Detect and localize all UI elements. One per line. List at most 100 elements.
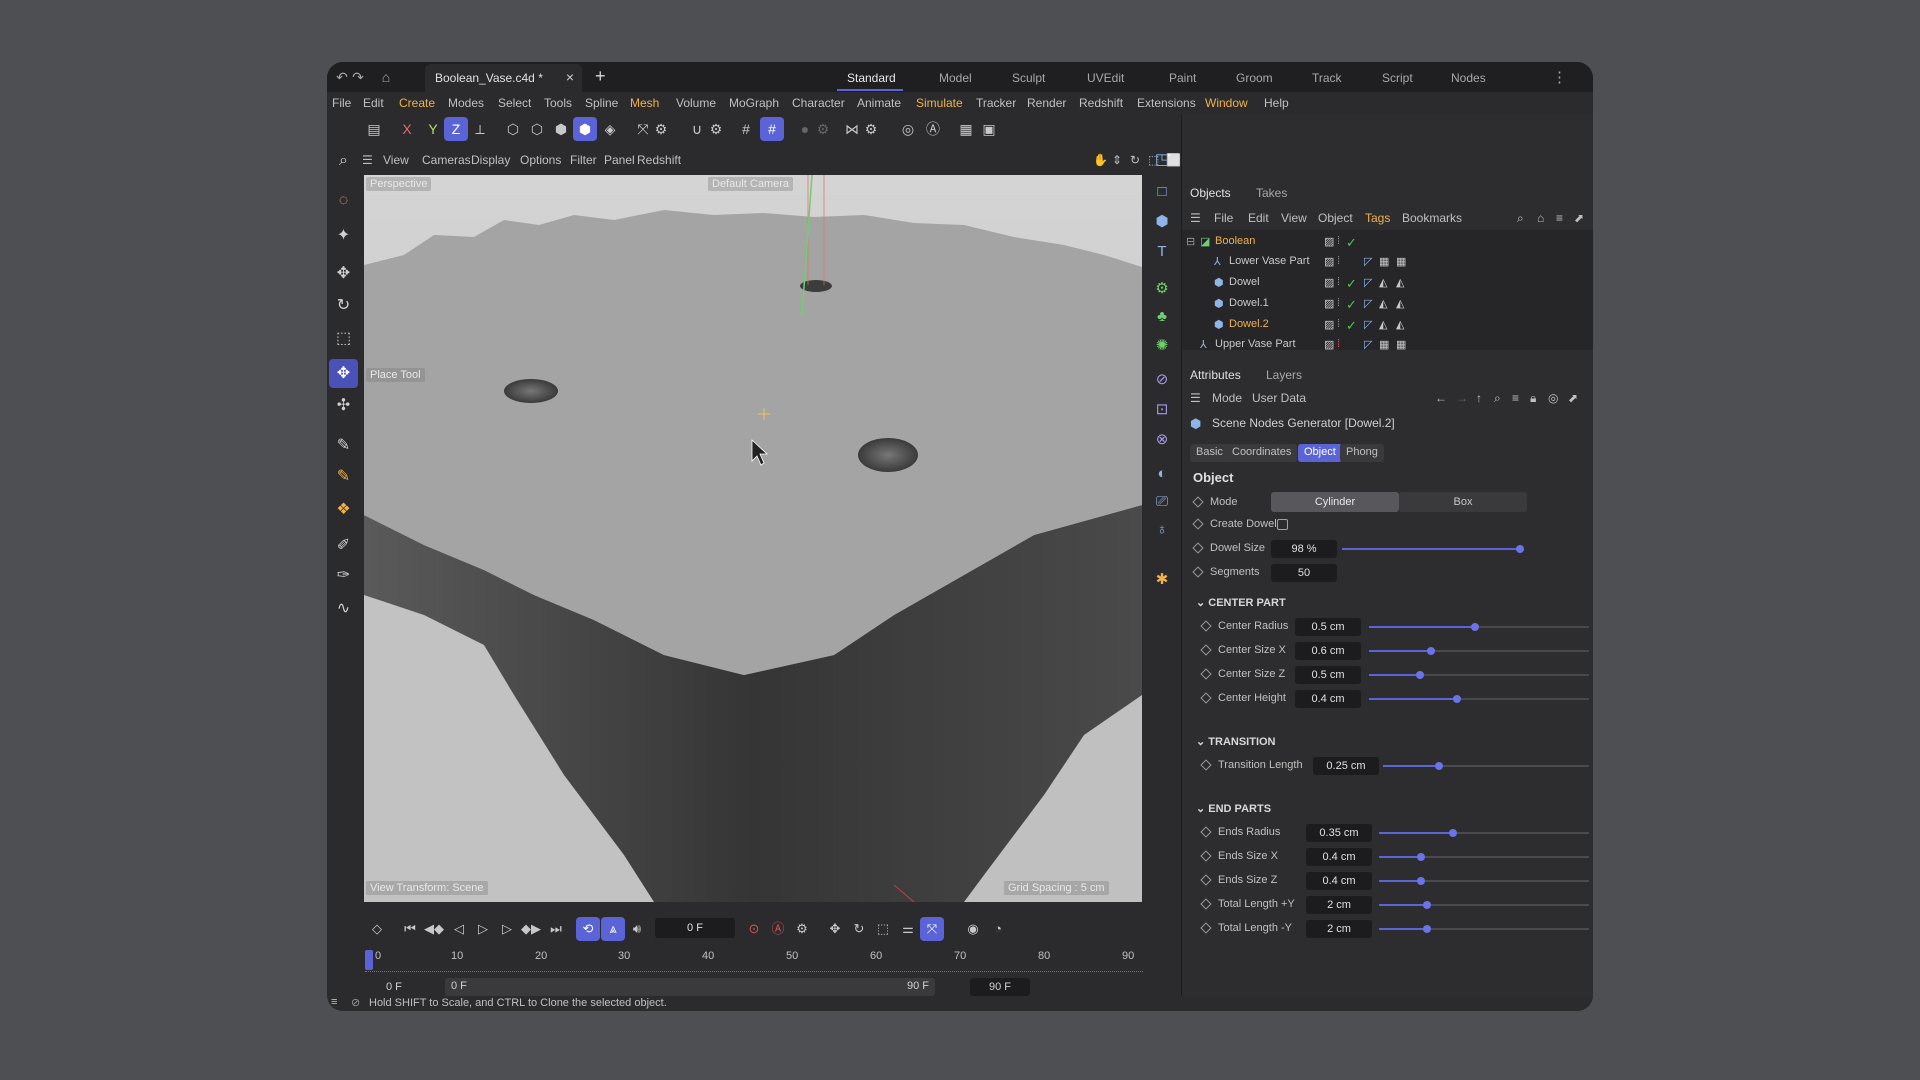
subtab-basic[interactable]: Basic [1190,444,1229,462]
tree-row[interactable]: ⬢ Dowel.1 ▨ ⁞ ✓ ◸ ◭ ◭ [1182,294,1593,315]
effector-icon[interactable]: ✺ [1150,334,1174,358]
attribute-slider-knob[interactable] [1416,671,1424,679]
move-icon[interactable]: ✥ [329,259,358,288]
layout-tab-standard[interactable]: Standard [847,71,896,85]
status-menu-icon[interactable]: ≡ [331,996,337,1008]
attribute-slider-knob[interactable] [1453,695,1461,703]
coordinate-system-icon[interactable]: ⟂ [468,117,492,141]
menu-modes[interactable]: Modes [448,96,484,110]
target-icon[interactable]: ◎ [1548,391,1558,405]
spline-pen-icon[interactable]: ✎ [329,431,358,460]
cube-icon[interactable]: ⬢ [1150,210,1174,234]
phong-tag-icon[interactable]: ◭ [1396,318,1404,331]
attribute-value-field[interactable]: 0.25 cm [1313,757,1379,775]
attributes-menu-mode[interactable]: Mode [1212,391,1242,405]
range-start-field[interactable]: 0 F [386,978,436,996]
back-icon[interactable]: ← [1435,391,1447,405]
menu-tools[interactable]: Tools [544,96,572,110]
sky-icon[interactable]: ◐ [1150,462,1174,486]
collapse-icon[interactable]: ⊟ [1186,235,1195,248]
dowel-size-slider-knob[interactable] [1516,545,1524,553]
search-icon[interactable]: ⌕ [1517,211,1524,226]
light-icon[interactable]: ♁ [1150,518,1174,542]
generator-icon[interactable]: ⚙ [1150,277,1174,301]
current-frame-field[interactable]: 0 F [655,918,735,938]
up-icon[interactable]: ↑ [1476,391,1482,405]
add-tab-icon[interactable]: + [595,66,606,87]
filter-icon[interactable]: ≡ [1512,391,1519,405]
text-icon[interactable]: T [1150,240,1174,264]
home-icon[interactable]: ⌂ [1537,211,1544,225]
material-tag-icon[interactable]: ▦ [1379,255,1389,268]
layer-icon[interactable]: ▨ [1324,255,1334,268]
attribute-value-field[interactable]: 0.4 cm [1295,690,1361,708]
tab-objects[interactable]: Objects [1190,186,1231,200]
key-scale-icon[interactable]: ⬚ [871,917,895,941]
hamburger-icon[interactable]: ☰ [1190,391,1201,405]
enabled-check-icon[interactable]: ✓ [1346,297,1357,313]
subtab-object[interactable]: Object [1298,444,1342,462]
orbit-icon[interactable]: ↻ [1130,153,1140,167]
keyframe-diamond-icon[interactable] [1200,692,1212,704]
key-rotation-icon[interactable]: ↻ [847,917,871,941]
range-slider[interactable]: 0 F 90 F [445,978,935,996]
attribute-slider-knob[interactable] [1417,853,1425,861]
attribute-slider-knob[interactable] [1427,647,1435,655]
transform-icon[interactable]: ✣ [329,391,358,420]
objects-menu-tags[interactable]: Tags [1365,211,1390,225]
sketch-icon[interactable]: ∿ [329,594,358,623]
render-picture-icon[interactable]: ▦ [954,117,978,141]
polygons-mode-icon[interactable]: ⬢ [549,117,573,141]
menu-tracker[interactable]: Tracker [976,96,1016,110]
more-options-icon[interactable]: ⋮ [1552,68,1567,86]
motion-record-icon[interactable]: ◉ [961,917,985,941]
layout-tab-script[interactable]: Script [1382,71,1413,85]
keyframe-diamond-icon[interactable] [1192,496,1204,508]
key-settings-icon[interactable]: ⚙ [790,917,814,941]
keyframe-diamond-icon[interactable] [1192,566,1204,578]
redshift-icon[interactable]: ✱ [1150,568,1174,592]
tag-icon[interactable]: ◸ [1364,338,1372,351]
go-to-start-icon[interactable]: ⏮ [398,917,422,941]
attribute-value-field[interactable]: 0.6 cm [1295,642,1361,660]
new-window-icon[interactable]: ⬈ [1568,391,1578,405]
layout-tab-sculpt[interactable]: Sculpt [1012,71,1045,85]
tree-row[interactable]: ⬢ Dowel.2 ▨ ⁞ ✓ ◸ ◭ ◭ [1182,315,1593,336]
place-tool-icon[interactable]: ✥ [329,359,358,388]
points-mode-icon[interactable]: ⬡ [501,117,525,141]
deformer-icon[interactable]: ⊘ [1150,368,1174,392]
keyframe-diamond-icon[interactable] [1200,759,1212,771]
menu-mograph[interactable]: MoGraph [729,96,779,110]
keyframe-diamond-icon[interactable] [1200,922,1212,934]
viewport-menu-filter[interactable]: Filter [570,153,597,167]
keyframe-diamond-icon[interactable] [1192,518,1204,530]
objects-menu-bookmarks[interactable]: Bookmarks [1402,211,1462,225]
attribute-slider-knob[interactable] [1417,877,1425,885]
viewport-menu-display[interactable]: Display [471,153,510,167]
record-icon[interactable]: ⊙ [742,917,766,941]
attribute-value-field[interactable]: 0.4 cm [1306,848,1372,866]
attribute-value-field[interactable]: 0.4 cm [1306,872,1372,890]
tag-icon[interactable]: ◸ [1364,276,1372,289]
search-icon[interactable]: ⌕ [329,146,358,175]
layer-icon[interactable]: ▨ [1324,235,1334,248]
key-position-icon[interactable]: ✥ [823,917,847,941]
snap-settings-icon[interactable]: ⚙ [704,117,728,141]
menu-mesh[interactable]: Mesh [630,96,659,110]
hamburger-icon[interactable]: ☰ [362,153,373,167]
tab-layers[interactable]: Layers [1266,368,1302,382]
menu-help[interactable]: Help [1264,96,1289,110]
redo-icon[interactable]: ↷ [349,68,367,86]
model-mode-icon[interactable]: ⬢ [573,117,597,141]
pan-icon[interactable]: ✋ [1093,153,1108,167]
attribute-slider-knob[interactable] [1471,623,1479,631]
objects-menu-file[interactable]: File [1214,211,1233,225]
playback-mode-icon[interactable]: ⩓ [601,917,625,941]
tree-row[interactable]: ⅄ Upper Vase Part ▨ ⁞ ◸ ▦ ▦ [1182,335,1593,356]
object-cube-icon[interactable]: ◳ [1150,148,1174,172]
end-parts-group-title[interactable]: ⌄ END PARTS [1196,802,1271,815]
grid-icon[interactable]: # [734,117,758,141]
enabled-check-icon[interactable]: ✓ [1346,276,1357,292]
autokey-icon[interactable]: Ⓐ [766,917,790,941]
menu-redshift[interactable]: Redshift [1079,96,1123,110]
